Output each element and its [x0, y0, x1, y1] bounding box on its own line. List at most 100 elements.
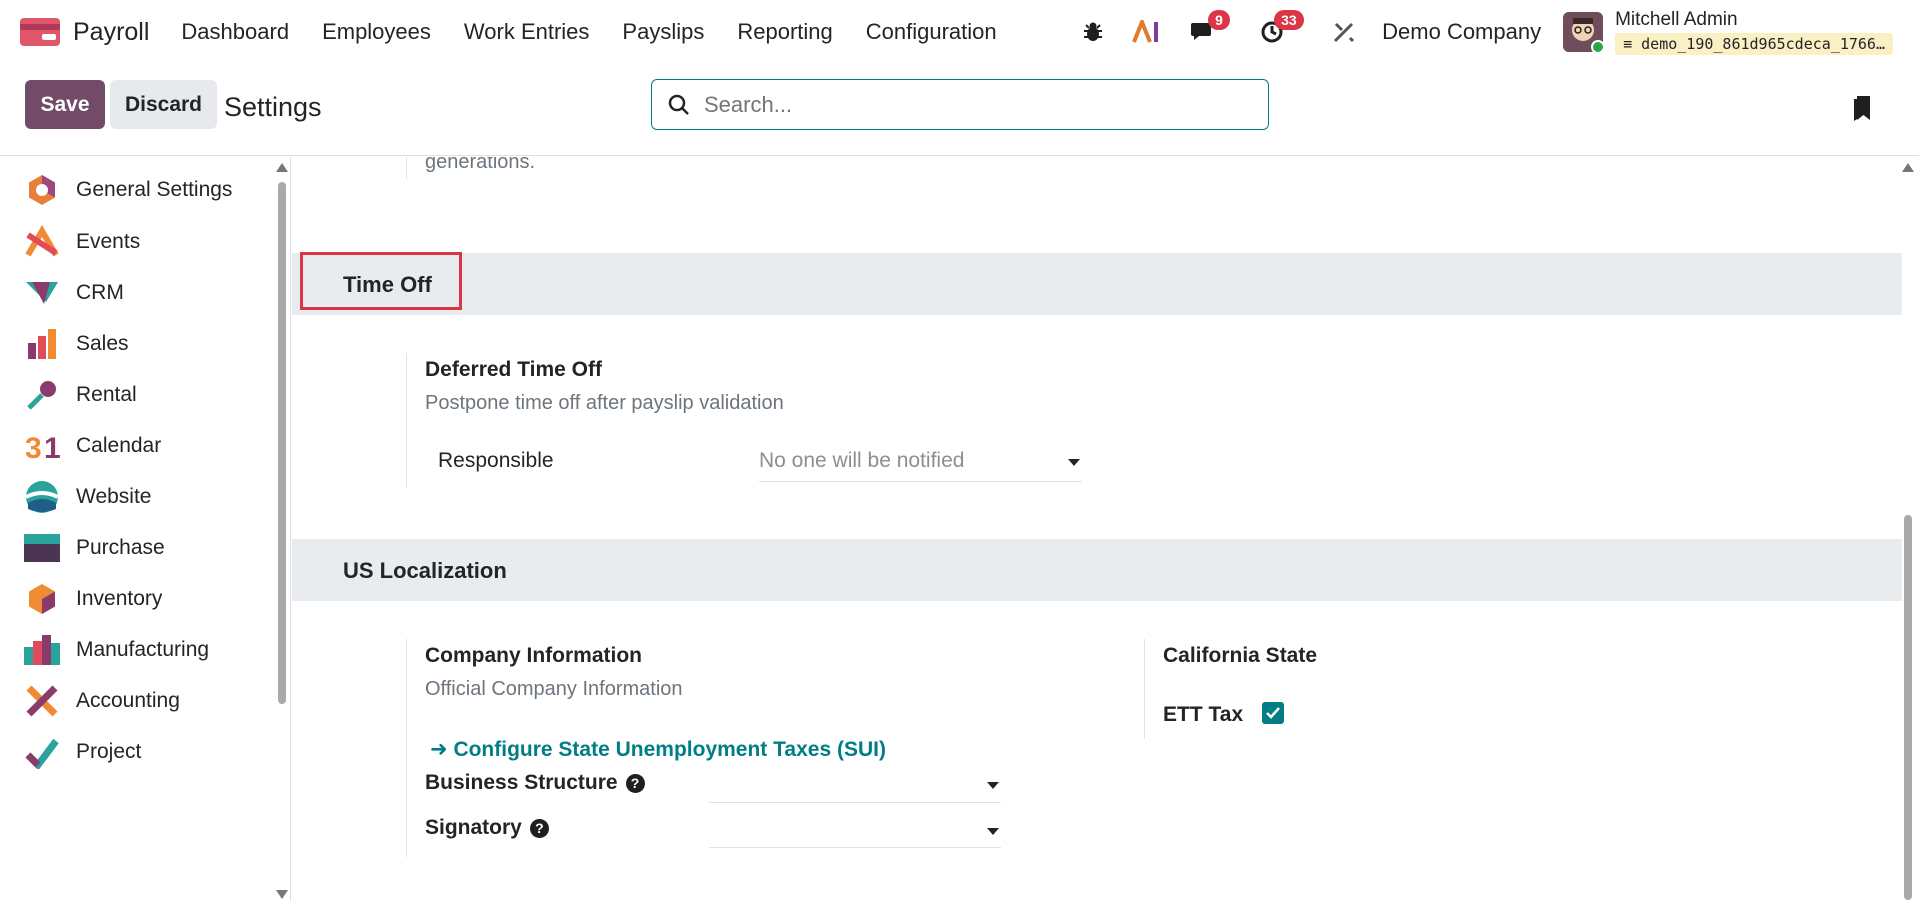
sidebar-item-label: Project — [76, 740, 142, 763]
us-localization-section-title: US Localization — [343, 558, 507, 583]
project-icon — [24, 734, 60, 770]
sidebar-item-rental[interactable]: Rental — [24, 377, 137, 413]
ai-icon[interactable] — [1132, 20, 1162, 44]
sidebar-scrollbar[interactable] — [278, 182, 286, 704]
calendar-icon: 31 — [24, 428, 60, 464]
deferred-time-off-title: Deferred Time Off — [425, 358, 602, 381]
sidebar-item-label: General Settings — [76, 178, 233, 201]
search-icon — [668, 94, 690, 116]
activities-clock-icon[interactable]: 33 — [1260, 10, 1304, 44]
page-title: Settings — [224, 92, 322, 122]
ett-tax-label: ETT Tax — [1163, 703, 1244, 726]
sidebar-item-calendar[interactable]: 31 Calendar — [24, 428, 161, 464]
responsible-label: Responsible — [438, 449, 554, 472]
messages-count-badge: 9 — [1208, 10, 1230, 30]
sidebar-item-events[interactable]: Events — [24, 224, 140, 260]
menu-payslips[interactable]: Payslips — [622, 19, 704, 45]
bug-icon[interactable] — [1082, 21, 1104, 43]
avatar — [1563, 12, 1604, 52]
business-structure-select[interactable] — [709, 769, 1001, 803]
settings-content: generations. Time Off Deferred Time Off … — [292, 157, 1919, 901]
sidebar-scroll-down-arrow[interactable] — [276, 890, 288, 899]
sidebar-item-crm[interactable]: CRM — [24, 275, 124, 311]
svg-text:3: 3 — [25, 432, 42, 463]
sidebar-item-sales[interactable]: Sales — [24, 326, 129, 362]
help-icon[interactable]: ? — [625, 773, 645, 793]
systray: 9 33 Demo Company Mitchell Admin ≡ demo_… — [1068, 0, 1919, 64]
purchase-icon — [24, 530, 60, 566]
sidebar-item-label: Sales — [76, 332, 129, 355]
sidebar-item-manufacturing[interactable]: Manufacturing — [24, 632, 209, 668]
ett-tax-checkbox[interactable] — [1262, 702, 1284, 724]
sidebar-item-purchase[interactable]: Purchase — [24, 530, 165, 566]
sidebar-item-label: Events — [76, 230, 141, 253]
signatory-row: Signatory ? — [425, 816, 549, 840]
sidebar-item-general-settings[interactable]: General Settings — [24, 172, 232, 208]
menu-dashboard[interactable]: Dashboard — [181, 19, 289, 45]
tools-icon[interactable] — [1332, 20, 1356, 44]
responsible-placeholder: No one will be notified — [759, 449, 965, 472]
sidebar-scroll-up-arrow[interactable] — [276, 163, 288, 172]
activities-count-badge: 33 — [1274, 10, 1304, 30]
online-status-dot — [1591, 40, 1604, 52]
sidebar-item-label: Accounting — [76, 689, 180, 712]
sidebar-item-label: CRM — [76, 281, 124, 304]
configure-sui-link[interactable]: ➜ Configure State Unemployment Taxes (SU… — [430, 737, 886, 762]
settings-sidebar[interactable]: General Settings Events CRM Sales Rental… — [0, 157, 291, 901]
check-icon — [1266, 707, 1280, 719]
inventory-icon — [24, 581, 60, 617]
app-brand[interactable]: Payroll — [20, 18, 149, 47]
sidebar-item-label: Purchase — [76, 536, 165, 559]
california-state-setting — [1144, 639, 1145, 739]
menu-employees[interactable]: Employees — [322, 19, 431, 45]
responsible-select[interactable]: No one will be notified — [759, 449, 1082, 482]
user-menu[interactable]: Mitchell Admin ≡ demo_190_861d965cdeca_1… — [1563, 9, 1893, 55]
help-icon[interactable]: ? — [529, 818, 549, 838]
database-label: demo_190_861d965cdeca_1766… — [1641, 35, 1885, 53]
arrow-right-icon: ➜ — [430, 738, 454, 761]
crm-icon — [24, 275, 60, 311]
events-icon — [24, 224, 60, 260]
menu-reporting[interactable]: Reporting — [737, 19, 832, 45]
company-information-setting — [406, 639, 407, 857]
signatory-select[interactable] — [709, 813, 1001, 848]
main-menu: Dashboard Employees Work Entries Payslip… — [181, 19, 1029, 45]
sidebar-item-label: Manufacturing — [76, 638, 210, 661]
top-fragment-text: generations. — [425, 157, 536, 173]
database-icon: ≡ — [1623, 35, 1633, 53]
app-name: Payroll — [73, 17, 150, 46]
business-structure-label: Business Structure — [425, 771, 618, 794]
save-button[interactable]: Save — [25, 80, 105, 129]
configure-sui-link-label: Configure State Unemployment Taxes (SUI) — [453, 738, 886, 761]
menu-work-entries[interactable]: Work Entries — [464, 19, 590, 45]
chevron-down-icon — [1068, 459, 1080, 466]
business-structure-row: Business Structure ? — [425, 771, 645, 795]
sidebar-item-label: Rental — [76, 383, 137, 406]
sidebar-item-project[interactable]: Project — [24, 734, 141, 770]
bookmark-icon[interactable] — [1852, 94, 1874, 127]
user-name: Mitchell Admin — [1615, 9, 1738, 30]
messages-icon[interactable]: 9 — [1190, 10, 1230, 44]
menu-configuration[interactable]: Configuration — [866, 19, 997, 45]
search-input[interactable] — [704, 91, 1244, 118]
company-switcher[interactable]: Demo Company — [1382, 19, 1541, 45]
content-scrollbar[interactable] — [1904, 515, 1912, 900]
general-settings-icon — [24, 172, 60, 208]
sidebar-item-website[interactable]: Website — [24, 479, 151, 515]
discard-button[interactable]: Discard — [110, 80, 217, 129]
search-box — [651, 79, 1269, 130]
company-information-desc: Official Company Information — [425, 678, 683, 700]
setting-fragment-divider — [406, 157, 407, 179]
deferred-time-off-setting — [406, 353, 407, 488]
sidebar-item-inventory[interactable]: Inventory — [24, 581, 162, 617]
sidebar-item-accounting[interactable]: Accounting — [24, 683, 180, 719]
control-panel: Save Discard Settings — [0, 64, 1919, 156]
content-scroll-up-arrow[interactable] — [1902, 163, 1914, 172]
payroll-app-icon — [20, 18, 60, 46]
chevron-down-icon — [987, 782, 999, 789]
manufacturing-icon — [24, 632, 60, 668]
accounting-icon — [24, 683, 60, 719]
signatory-label: Signatory — [425, 816, 522, 839]
sales-icon — [24, 326, 60, 362]
website-icon — [24, 479, 60, 515]
